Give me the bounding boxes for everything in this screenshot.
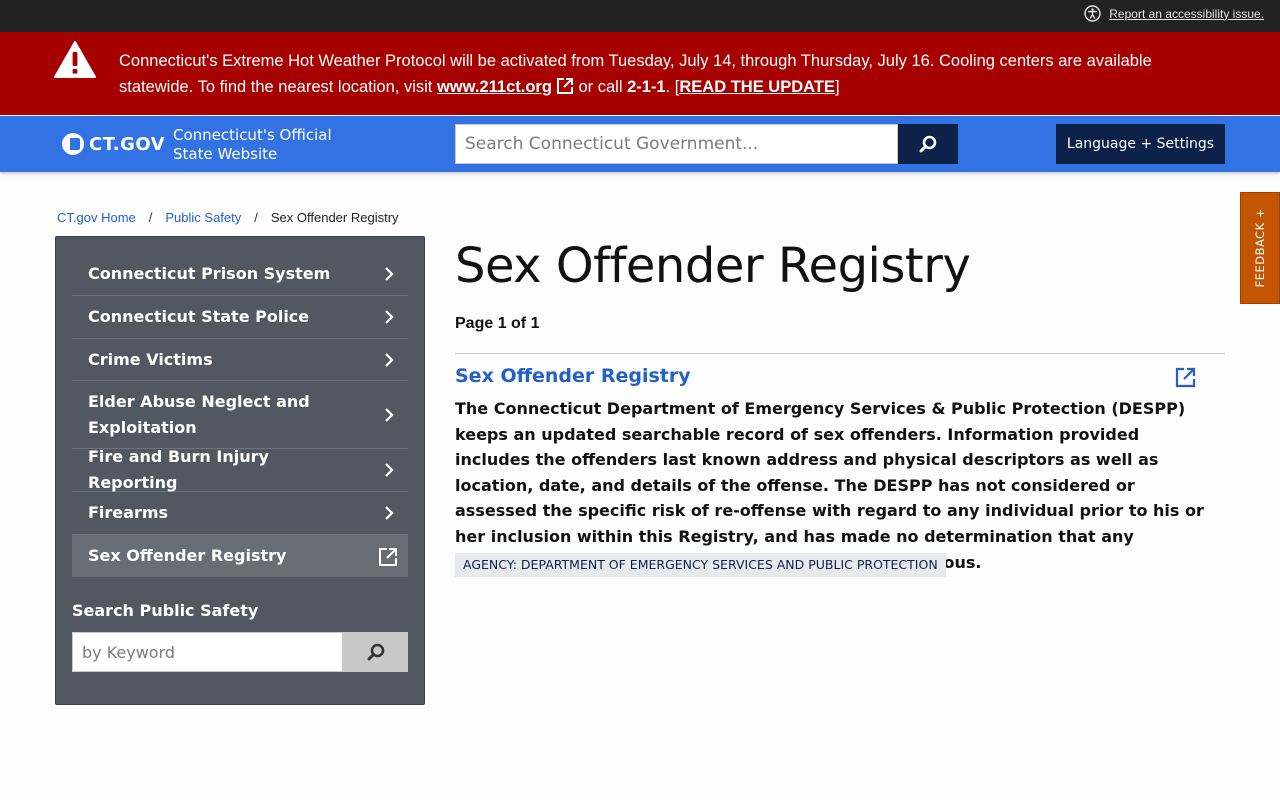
chevron-right-icon [385, 267, 394, 281]
sidebar-item-fire-burn[interactable]: Fire and Burn Injury Reporting [72, 447, 408, 492]
sidebar-item-label: Firearms [88, 503, 169, 522]
chevron-right-icon [385, 310, 394, 324]
site-search-input[interactable] [455, 124, 898, 164]
sidebar-item-elder-abuse[interactable]: Elder Abuse Neglect and Exploitation [72, 381, 408, 449]
ct-gov-logo[interactable]: CT.GOV [62, 133, 165, 155]
external-link-icon [556, 78, 573, 94]
page-count: Page 1 of 1 [455, 315, 540, 332]
sidebar-item-label: Elder Abuse Neglect and Exploitation [88, 391, 310, 437]
alert-message: Connecticut's Extreme Hot Weather Protoc… [119, 52, 1152, 96]
external-link-icon[interactable] [1175, 367, 1196, 388]
utility-bar: Report an accessibility issue. [0, 0, 1280, 32]
sidebar-item-crime-victims[interactable]: Crime Victims [72, 339, 408, 381]
alert-banner: Connecticut's Extreme Hot Weather Protoc… [0, 32, 1280, 115]
result-title-link[interactable]: Sex Offender Registry [455, 365, 691, 387]
sidebar-item-label: Connecticut State Police [88, 307, 310, 326]
logo-text: CT.GOV [89, 133, 166, 155]
site-search [455, 124, 958, 164]
sidebar-item-state-police[interactable]: Connecticut State Police [72, 296, 408, 339]
sidebar-search [72, 632, 408, 672]
breadcrumb-public-safety[interactable]: Public Safety [165, 210, 241, 225]
ct-logo-icon [62, 133, 84, 155]
read-update-link[interactable]: READ THE UPDATE [679, 78, 835, 96]
breadcrumb-separator: / [254, 210, 258, 225]
sidebar: Connecticut Prison System Connecticut St… [55, 236, 425, 705]
keyword-search-button[interactable] [343, 632, 408, 672]
feedback-label: FEEDBACK + [1253, 208, 1267, 288]
search-icon [919, 135, 937, 153]
result-description: The Connecticut Department of Emergency … [455, 399, 1204, 572]
accessibility-report[interactable]: Report an accessibility issue. [1084, 5, 1264, 22]
breadcrumb-home[interactable]: CT.gov Home [57, 210, 136, 225]
sidebar-item-label: Sex Offender Registry [88, 546, 287, 565]
sidebar-nav: Connecticut Prison System Connecticut St… [72, 253, 408, 577]
sidebar-item-prison-system[interactable]: Connecticut Prison System [72, 253, 408, 296]
agency-tag: AGENCY: DEPARTMENT OF EMERGENCY SERVICES… [455, 553, 946, 577]
chevron-right-icon [385, 506, 394, 520]
sidebar-item-sex-offender-registry[interactable]: Sex Offender Registry [72, 535, 408, 577]
phone-number: 2-1-1 [627, 78, 666, 96]
breadcrumb-separator: / [148, 210, 153, 225]
language-settings-button[interactable]: Language + Settings [1056, 124, 1225, 164]
sidebar-item-label: Crime Victims [88, 349, 213, 369]
page-title: Sex Offender Registry [455, 238, 971, 294]
chevron-right-icon [385, 407, 394, 422]
external-link-icon [379, 548, 397, 566]
link-211ct[interactable]: www.211ct.org [437, 78, 574, 96]
sidebar-item-firearms[interactable]: Firearms [72, 492, 408, 535]
keyword-search-input[interactable] [72, 632, 343, 672]
accessibility-report-link[interactable]: Report an accessibility issue. [1109, 7, 1264, 21]
site-search-button[interactable] [898, 124, 958, 164]
divider [455, 353, 1225, 354]
sidebar-item-label: Fire and Burn Injury Reporting [88, 447, 269, 492]
chevron-right-icon [385, 463, 394, 477]
breadcrumb: CT.gov Home / Public Safety / Sex Offend… [57, 210, 399, 225]
breadcrumb-current: Sex Offender Registry [270, 210, 399, 225]
search-icon [367, 643, 384, 661]
feedback-tab[interactable]: FEEDBACK + [1240, 192, 1280, 304]
chevron-right-icon [385, 352, 394, 367]
sidebar-item-label: Connecticut Prison System [88, 264, 331, 283]
sidebar-search-title: Search Public Safety [72, 601, 259, 620]
warning-icon [54, 41, 96, 78]
accessibility-icon [1084, 5, 1101, 22]
site-header: CT.GOV Connecticut's Official State Webs… [0, 116, 1280, 172]
site-tagline: Connecticut's Official State Website [173, 126, 332, 163]
